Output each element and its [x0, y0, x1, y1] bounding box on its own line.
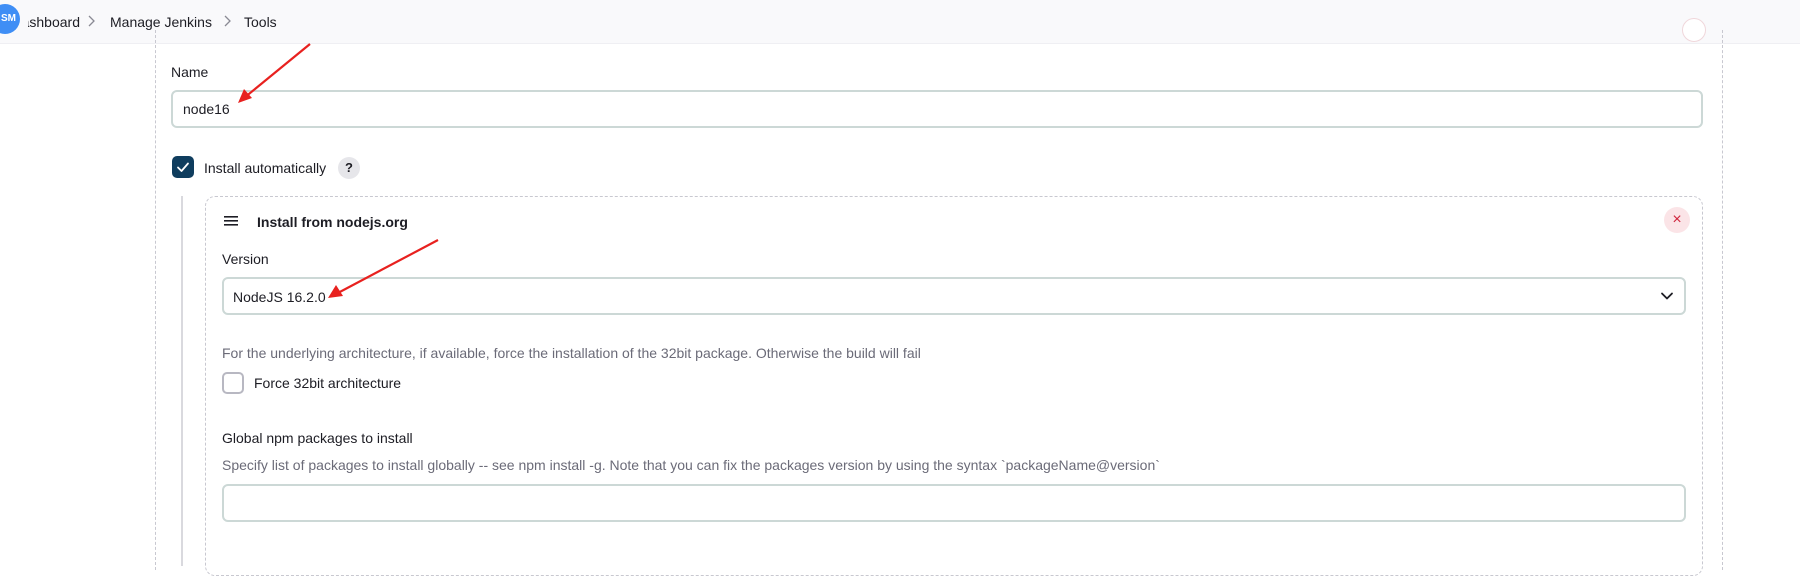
name-input[interactable]: [171, 90, 1703, 128]
version-select[interactable]: NodeJS 16.2.0: [222, 277, 1686, 315]
delete-tool-button[interactable]: [1682, 18, 1706, 42]
npm-packages-input[interactable]: [222, 484, 1686, 522]
breadcrumb-dashboard[interactable]: Dashboard: [28, 14, 80, 30]
chevron-right-icon: [220, 13, 234, 29]
help-icon[interactable]: ?: [338, 157, 360, 179]
force32-label[interactable]: Force 32bit architecture: [254, 375, 401, 391]
version-selected-value: NodeJS 16.2.0: [233, 289, 326, 305]
check-icon: [177, 162, 189, 172]
close-icon[interactable]: ×: [1664, 207, 1690, 233]
chevron-right-icon: [84, 13, 98, 29]
install-automatically-label[interactable]: Install automatically: [204, 160, 326, 176]
breadcrumb-tools[interactable]: Tools: [244, 14, 277, 30]
avatar[interactable]: SM: [0, 4, 20, 34]
force32-checkbox[interactable]: [222, 372, 244, 394]
drag-handle-icon[interactable]: [224, 216, 238, 226]
installer-title: Install from nodejs.org: [257, 214, 408, 230]
npm-packages-label: Global npm packages to install: [222, 430, 413, 446]
install-automatically-checkbox[interactable]: [172, 156, 194, 178]
version-label: Version: [222, 251, 269, 267]
installer-indent-line: [181, 196, 183, 566]
chevron-down-icon: [1661, 292, 1673, 300]
npm-packages-description: Specify list of packages to install glob…: [222, 457, 1160, 473]
name-label: Name: [171, 64, 209, 80]
force32-description: For the underlying architecture, if avai…: [222, 345, 921, 361]
breadcrumb-manage-jenkins[interactable]: Manage Jenkins: [110, 14, 212, 30]
